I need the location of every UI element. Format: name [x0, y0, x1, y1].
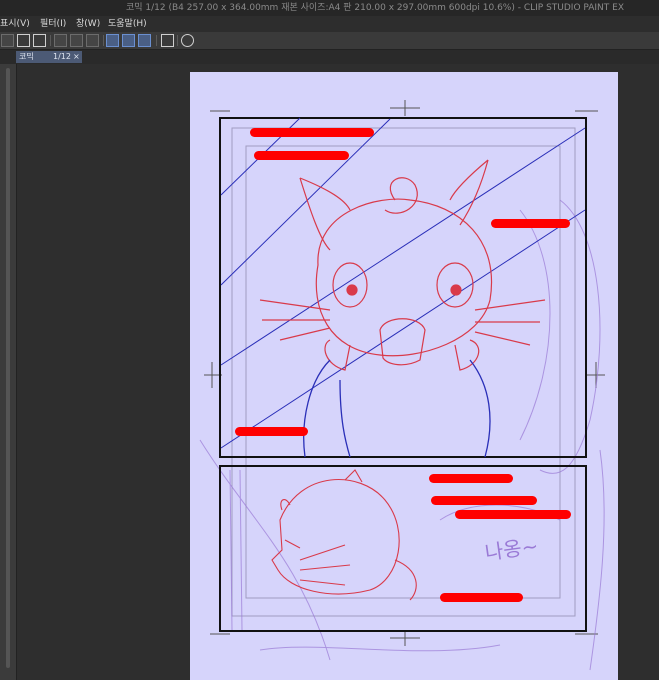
redacted-text-bar	[455, 510, 571, 519]
redacted-text-bar	[429, 474, 513, 483]
sketch-layer: 나옹~	[199, 100, 605, 671]
cat-body-sketch	[303, 359, 491, 458]
redacted-text-bar	[250, 128, 374, 137]
redacted-text-bar	[431, 496, 537, 505]
handwriting-annotation: 나옹~	[483, 534, 539, 565]
redacted-text-bar	[491, 219, 570, 228]
redacted-text-bar	[235, 427, 308, 436]
speed-lines	[220, 117, 586, 449]
redacted-text-bar	[440, 593, 523, 602]
redacted-text-bar	[254, 151, 349, 160]
cat-sketch-bottom	[271, 469, 417, 601]
cat-sketch-top	[259, 159, 546, 371]
crop-marks	[204, 100, 605, 646]
panel-top	[219, 117, 587, 458]
